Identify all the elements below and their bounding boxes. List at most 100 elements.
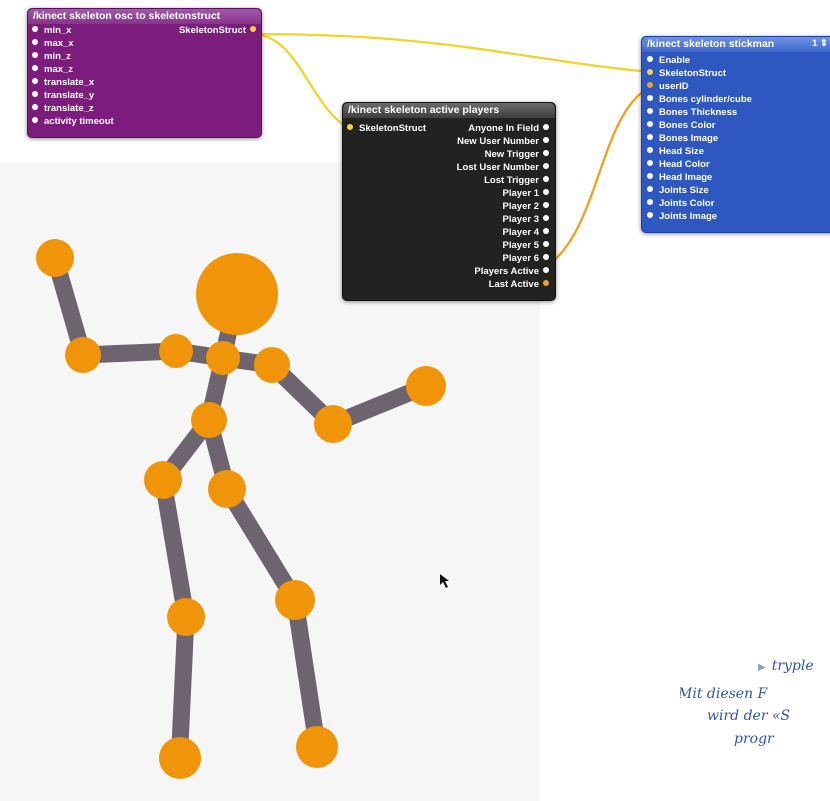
port-dot-icon[interactable] — [647, 147, 653, 154]
input-port-head-size[interactable]: Head Size — [647, 146, 704, 158]
disclosure-triangle-icon: ▶ — [758, 662, 766, 673]
patch-title[interactable]: /kinect skeleton osc to skeletonstruct — [28, 9, 261, 24]
port-dot-icon[interactable] — [543, 163, 549, 170]
port-dot-icon[interactable] — [32, 78, 38, 85]
joint — [159, 737, 201, 779]
output-port-lost-user-number[interactable]: Lost User Number — [457, 162, 549, 174]
patch-stickman[interactable]: /kinect skeleton stickman 1 ⇕ Enable Ske… — [641, 36, 830, 233]
port-dot-icon[interactable] — [32, 104, 38, 111]
port-dot-icon[interactable] — [250, 26, 256, 33]
joint — [167, 598, 205, 636]
output-port-player-4[interactable]: Player 4 — [503, 227, 549, 239]
joint — [65, 337, 101, 373]
port-dot-icon[interactable] — [543, 280, 549, 287]
port-dot-icon[interactable] — [32, 65, 38, 72]
input-port-head-color[interactable]: Head Color — [647, 159, 710, 171]
input-port-translate-y[interactable]: translate_y — [32, 90, 94, 102]
port-dot-icon[interactable] — [543, 137, 549, 144]
port-dot-icon[interactable] — [647, 186, 653, 193]
input-port-min-z[interactable]: min_z — [32, 51, 71, 63]
port-dot-icon[interactable] — [543, 202, 549, 209]
input-port-translate-z[interactable]: translate_z — [32, 103, 94, 115]
port-dot-icon[interactable] — [647, 108, 653, 115]
port-dot-icon[interactable] — [32, 52, 38, 59]
output-port-last-active[interactable]: Last Active — [489, 279, 549, 291]
instance-stepper[interactable]: 1 ⇕ — [812, 38, 828, 49]
output-port-new-trigger[interactable]: New Trigger — [485, 149, 549, 161]
bone — [171, 608, 195, 754]
caption-line: wird der «S — [707, 708, 791, 724]
input-port-skeletonstruct[interactable]: SkeletonStruct — [347, 123, 426, 135]
port-dot-icon[interactable] — [543, 228, 549, 235]
joint — [144, 461, 182, 499]
output-port-player-6[interactable]: Player 6 — [503, 253, 549, 265]
head — [196, 253, 278, 335]
input-port-max-z[interactable]: max_z — [32, 64, 73, 76]
port-dot-icon[interactable] — [543, 215, 549, 222]
cursor-arrow-icon — [440, 574, 449, 588]
port-dot-icon[interactable] — [543, 150, 549, 157]
output-port-players-active[interactable]: Players Active — [474, 266, 549, 278]
output-port-player-3[interactable]: Player 3 — [503, 214, 549, 226]
port-dot-icon[interactable] — [647, 82, 653, 89]
patch-active-players[interactable]: /kinect skeleton active players Skeleton… — [342, 102, 556, 301]
wire-active-to-stickman — [546, 85, 652, 267]
caption-line: progr — [734, 731, 774, 747]
output-port-new-user-number[interactable]: New User Number — [457, 136, 549, 148]
input-port-skeletonstruct[interactable]: SkeletonStruct — [647, 68, 726, 80]
port-dot-icon[interactable] — [347, 124, 353, 131]
caption-link[interactable]: ▶ tryple — [758, 658, 814, 674]
port-dot-icon[interactable] — [543, 254, 549, 261]
port-dot-icon[interactable] — [647, 173, 653, 180]
input-port-min-x[interactable]: min_x — [32, 25, 71, 37]
input-port-head-image[interactable]: Head Image — [647, 172, 712, 184]
output-port-lost-trigger[interactable]: Lost Trigger — [484, 175, 549, 187]
bone — [154, 471, 195, 626]
patch-title[interactable]: /kinect skeleton stickman — [642, 37, 830, 52]
port-dot-icon[interactable] — [32, 117, 38, 124]
port-dot-icon[interactable] — [32, 26, 38, 33]
joint — [159, 334, 193, 368]
output-port-skeletonstruct[interactable]: SkeletonStruct — [179, 25, 256, 37]
input-port-joints-image[interactable]: Joints Image — [647, 211, 717, 223]
output-port-player-1[interactable]: Player 1 — [503, 188, 549, 200]
output-port-anyone-in-field[interactable]: Anyone In Field — [468, 123, 549, 135]
input-port-userid[interactable]: userID — [647, 81, 689, 93]
joint — [275, 580, 315, 620]
port-dot-icon[interactable] — [543, 241, 549, 248]
port-dot-icon[interactable] — [543, 267, 549, 274]
joint — [208, 470, 246, 508]
port-dot-icon[interactable] — [543, 176, 549, 183]
joint — [206, 341, 240, 375]
port-dot-icon[interactable] — [647, 134, 653, 141]
input-port-joints-size[interactable]: Joints Size — [647, 185, 709, 197]
input-port-bones-image[interactable]: Bones Image — [647, 133, 718, 145]
output-port-player-5[interactable]: Player 5 — [503, 240, 549, 252]
output-port-player-2[interactable]: Player 2 — [503, 201, 549, 213]
joint — [254, 347, 290, 383]
input-port-enable[interactable]: Enable — [647, 55, 690, 67]
joint — [296, 726, 338, 768]
port-dot-icon[interactable] — [647, 212, 653, 219]
port-dot-icon[interactable] — [543, 124, 549, 131]
joint — [406, 366, 446, 406]
port-dot-icon[interactable] — [32, 39, 38, 46]
patch-osc-to-skeletonstruct[interactable]: /kinect skeleton osc to skeletonstruct m… — [27, 8, 262, 138]
port-dot-icon[interactable] — [647, 199, 653, 206]
input-port-activity-timeout[interactable]: activity timeout — [32, 116, 114, 128]
input-port-bones-color[interactable]: Bones Color — [647, 120, 715, 132]
patch-title[interactable]: /kinect skeleton active players — [343, 103, 555, 118]
input-port-joints-color[interactable]: Joints Color — [647, 198, 714, 210]
input-port-bones-cylinder-cube[interactable]: Bones cylinder/cube — [647, 94, 752, 106]
port-dot-icon[interactable] — [647, 56, 653, 63]
port-dot-icon[interactable] — [543, 189, 549, 196]
port-dot-icon[interactable] — [32, 91, 38, 98]
port-dot-icon[interactable] — [647, 121, 653, 128]
port-dot-icon[interactable] — [647, 69, 653, 76]
port-dot-icon[interactable] — [647, 160, 653, 167]
input-port-bones-thickness[interactable]: Bones Thickness — [647, 107, 737, 119]
port-dot-icon[interactable] — [647, 95, 653, 102]
input-port-max-x[interactable]: max_x — [32, 38, 74, 50]
bone — [286, 591, 326, 754]
input-port-translate-x[interactable]: translate_x — [32, 77, 94, 89]
